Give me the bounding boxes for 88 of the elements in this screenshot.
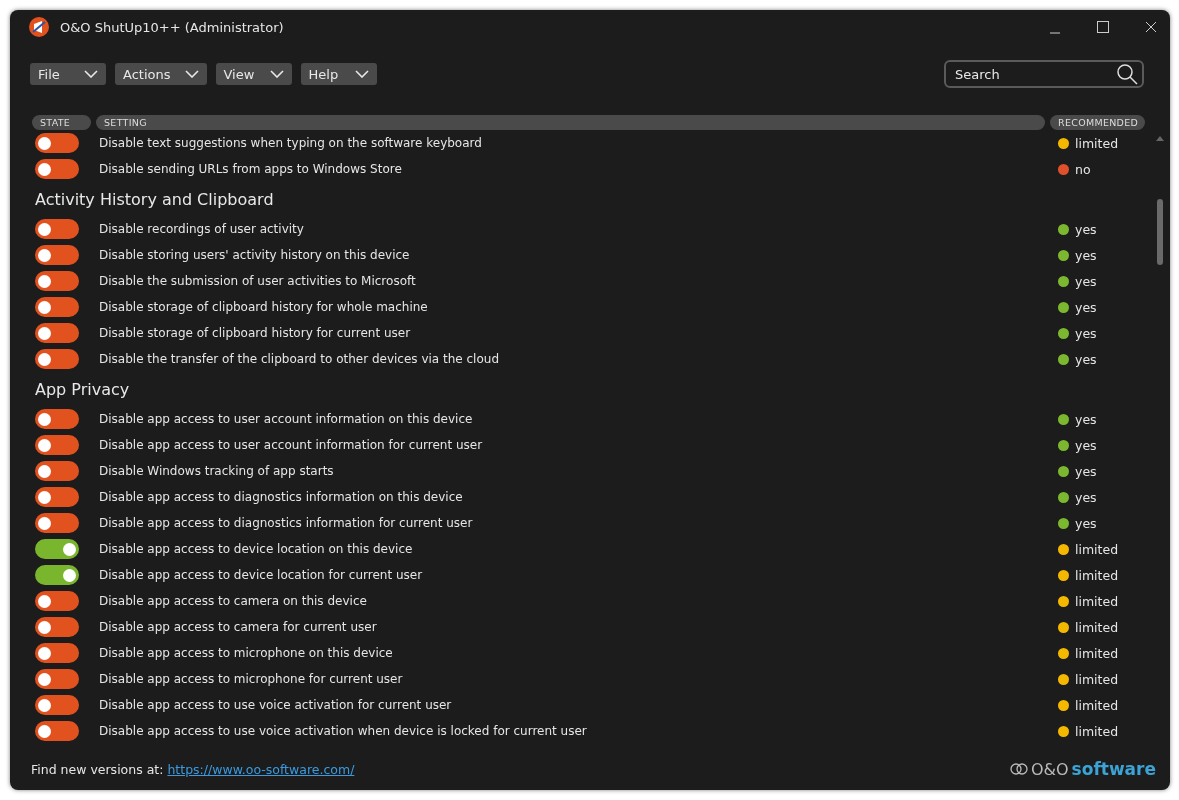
setting-label: Disable app access to user account information on this device <box>99 412 474 426</box>
toggle-switch[interactable] <box>35 513 79 533</box>
recommendation-text: yes <box>1075 299 1097 315</box>
toggle-switch[interactable] <box>35 669 79 689</box>
recommendation-text: yes <box>1075 221 1097 237</box>
setting-label: Disable app access to use voice activation for current user <box>99 698 453 712</box>
toggle-switch[interactable] <box>35 591 79 611</box>
setting-label: Disable app access to camera for current user <box>99 620 378 634</box>
toggle-switch[interactable] <box>35 617 79 637</box>
maximize-icon <box>1097 21 1109 33</box>
toggle-switch[interactable] <box>35 409 79 429</box>
recommendation-text: limited <box>1075 723 1119 739</box>
setting-label: Disable app access to camera on this device <box>99 594 368 608</box>
toggle-switch[interactable] <box>35 323 79 343</box>
setting-label: Disable Windows tracking of app starts <box>99 464 335 478</box>
toggle-switch[interactable] <box>35 695 79 715</box>
toggle-switch[interactable] <box>35 219 79 239</box>
app-logo-icon <box>28 16 50 38</box>
recommendation-text: limited <box>1075 593 1119 609</box>
chevron-down-icon <box>184 70 199 78</box>
recommendation-text: yes <box>1075 325 1097 341</box>
recommendation-text: yes <box>1075 247 1097 263</box>
toggle-switch[interactable] <box>35 721 79 741</box>
website-link[interactable]: https://www.oo-software.com/ <box>167 761 355 777</box>
setting-label: Disable storage of clipboard history for whole machine <box>99 300 429 314</box>
setting-label: Disable the transfer of the clipboard to other devices via the cloud <box>99 352 500 366</box>
menu-button[interactable]: Actions <box>115 63 207 85</box>
recommendation-text: limited <box>1075 671 1119 687</box>
recommendation-text: yes <box>1075 273 1097 289</box>
close-icon <box>1145 21 1157 33</box>
setting-label: Disable app access to microphone for current user <box>99 672 404 686</box>
menu-button[interactable]: Help <box>300 63 377 85</box>
setting-label: Disable app access to diagnostics information for current user <box>99 516 474 530</box>
toggle-switch[interactable] <box>35 461 79 481</box>
toggle-switch[interactable] <box>35 245 79 265</box>
chevron-down-icon <box>354 70 369 78</box>
chevron-down-icon <box>84 70 98 78</box>
brand-logo: O&O software <box>1009 759 1156 779</box>
setting-label: Disable app access to device location on this device <box>99 542 414 556</box>
scroll-up-arrow-icon[interactable] <box>1156 136 1164 141</box>
recommendation-text: no <box>1075 161 1091 177</box>
setting-label: Disable sending URLs from apps to Windows Store <box>99 162 403 176</box>
toggle-switch[interactable] <box>35 565 79 585</box>
setting-label: Disable the submission of user activities to Microsoft <box>99 274 417 288</box>
toggle-switch[interactable] <box>35 159 79 179</box>
recommendation-text: yes <box>1075 437 1097 453</box>
recommendation-text: limited <box>1075 619 1119 635</box>
setting-label: Disable storage of clipboard history for current user <box>99 326 412 340</box>
toggle-switch[interactable] <box>35 539 79 559</box>
toggle-switch[interactable] <box>35 271 79 291</box>
recommendation-text: yes <box>1075 463 1097 479</box>
minimize-icon <box>1050 32 1060 34</box>
setting-label: Disable app access to use voice activation when device is locked for current user <box>99 724 588 738</box>
window-title: O&O ShutUp10++ (Administrator) <box>60 19 285 35</box>
setting-label: Disable app access to diagnostics information on this device <box>99 490 464 504</box>
toggle-switch[interactable] <box>35 133 79 153</box>
setting-label: Disable storing users' activity history on this device <box>99 248 411 262</box>
recommendation-text: yes <box>1075 411 1097 427</box>
toggle-switch[interactable] <box>35 435 79 455</box>
recommendation-text: yes <box>1075 489 1097 505</box>
search-input[interactable]: Search <box>953 65 1116 83</box>
search-field[interactable]: Search <box>944 60 1144 88</box>
column-header[interactable]: SETTING <box>96 115 1045 130</box>
menu-button[interactable]: View <box>215 63 292 85</box>
setting-label: Disable app access to device location for current user <box>99 568 424 582</box>
setting-label: Disable app access to user account information for current user <box>99 438 484 452</box>
recommendation-text: yes <box>1075 351 1097 367</box>
search-icon <box>1116 63 1138 85</box>
recommendation-text: limited <box>1075 645 1119 661</box>
toggle-switch[interactable] <box>35 349 79 369</box>
column-header[interactable]: STATE <box>32 115 91 130</box>
recommendation-text: limited <box>1075 697 1119 713</box>
recommendation-text: limited <box>1075 567 1119 583</box>
column-header[interactable]: RECOMMENDED <box>1050 115 1145 130</box>
menu-button[interactable]: File <box>30 63 106 85</box>
toggle-switch[interactable] <box>35 643 79 663</box>
chevron-down-icon <box>269 70 284 78</box>
recommendation-text: limited <box>1075 135 1119 151</box>
group-heading: Activity History and Clipboard <box>35 189 275 211</box>
setting-label: Disable text suggestions when typing on the software keyboard <box>99 136 483 150</box>
recommendation-text: yes <box>1075 515 1097 531</box>
toggle-switch[interactable] <box>35 297 79 317</box>
toggle-switch[interactable] <box>35 487 79 507</box>
recommendation-text: limited <box>1075 541 1119 557</box>
setting-label: Disable app access to microphone on this device <box>99 646 394 660</box>
setting-label: Disable recordings of user activity <box>99 222 305 236</box>
footer-text: Find new versions at: <box>31 761 164 777</box>
group-heading: App Privacy <box>35 379 131 401</box>
